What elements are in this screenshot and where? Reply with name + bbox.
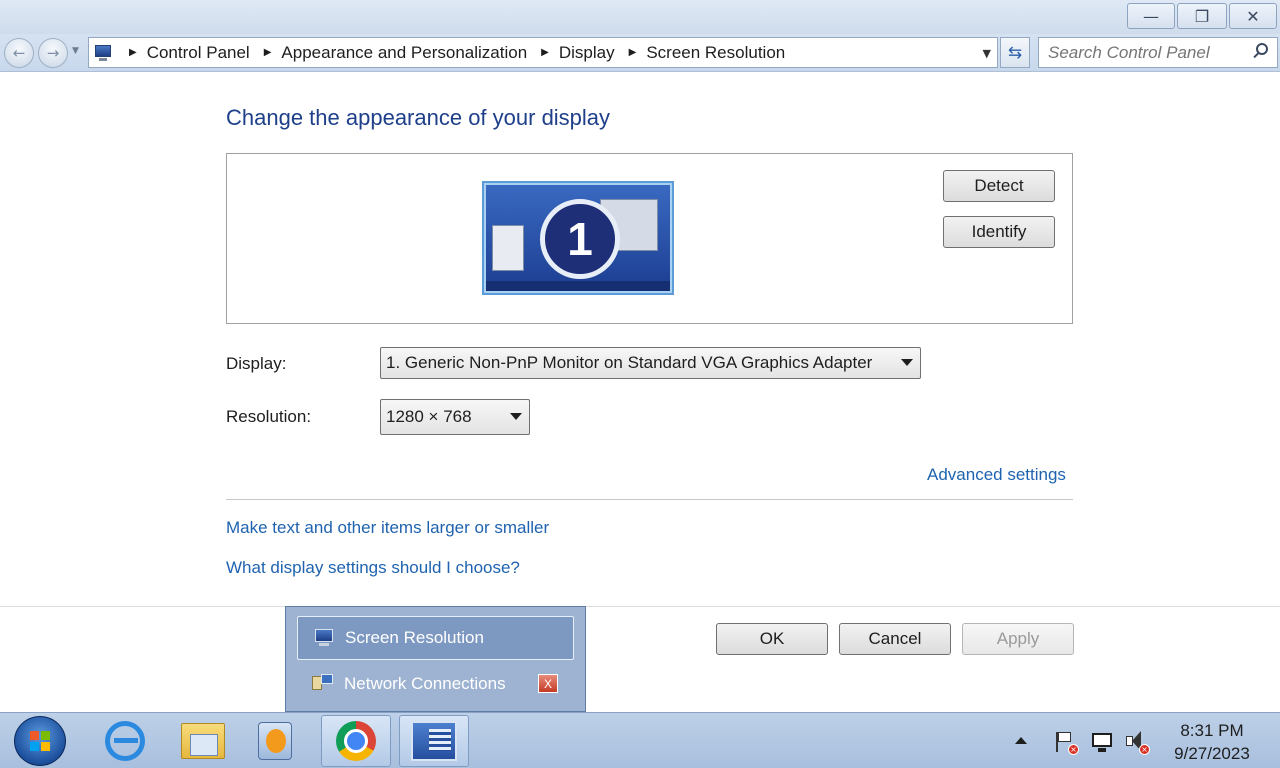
- breadcrumb-separator-icon[interactable]: ▶: [264, 47, 272, 58]
- navigation-bar: ← → ▼ ▶ Control Panel ▶ Appearance and P…: [0, 34, 1280, 72]
- detect-button[interactable]: Detect: [943, 170, 1055, 202]
- network-connections-icon: [312, 674, 334, 694]
- minimize-button[interactable]: —: [1127, 3, 1175, 29]
- forward-arrow-icon: →: [46, 44, 60, 62]
- refresh-button[interactable]: ⇆: [1000, 37, 1030, 68]
- display-icon: [313, 628, 335, 648]
- breadcrumb-appearance[interactable]: Appearance and Personalization: [281, 43, 527, 63]
- forward-button[interactable]: →: [38, 38, 68, 68]
- breadcrumb-separator-icon[interactable]: ▶: [629, 47, 637, 58]
- minimize-icon: —: [1143, 6, 1159, 26]
- search-box[interactable]: [1038, 37, 1278, 68]
- close-icon: ✕: [1246, 6, 1260, 26]
- windows-logo-quadrant: [30, 742, 39, 751]
- display-settings-help-link[interactable]: What display settings should I choose?: [226, 558, 520, 578]
- breadcrumb-separator-icon[interactable]: ▶: [129, 47, 137, 58]
- page-title: Change the appearance of your display: [226, 105, 611, 130]
- advanced-settings-link[interactable]: Advanced settings: [927, 465, 1066, 485]
- taskbar-jump-popup: Screen Resolution Network Connections X: [285, 606, 586, 712]
- taskbar-file-explorer[interactable]: [168, 715, 238, 767]
- display-select[interactable]: 1. Generic Non-PnP Monitor on Standard V…: [380, 347, 921, 379]
- breadcrumb-display[interactable]: Display: [559, 43, 615, 63]
- action-center-icon[interactable]: ×: [1053, 730, 1079, 755]
- identify-button[interactable]: Identify: [943, 216, 1055, 248]
- display-label: Display:: [226, 354, 287, 373]
- windows-logo-quadrant: [41, 731, 50, 740]
- control-panel-icon: [93, 44, 115, 62]
- error-badge-icon: ×: [1068, 744, 1079, 755]
- breadcrumb-control-panel[interactable]: Control Panel: [147, 43, 250, 63]
- search-input[interactable]: [1048, 42, 1248, 63]
- divider: [226, 499, 1073, 500]
- media-player-icon: [258, 722, 292, 760]
- monitor-window-left: [492, 225, 524, 271]
- ok-button[interactable]: OK: [716, 623, 828, 655]
- refresh-icon: ⇆: [1007, 42, 1023, 63]
- title-bar: — ❐ ✕: [0, 0, 1280, 34]
- breadcrumb-separator-icon[interactable]: ▶: [541, 47, 549, 58]
- chrome-icon: [336, 721, 376, 761]
- network-tray-icon[interactable]: [1089, 730, 1113, 754]
- taskbar-chrome[interactable]: [321, 715, 391, 767]
- volume-muted-icon[interactable]: ×: [1124, 730, 1150, 755]
- resolution-select[interactable]: 1280 × 768: [380, 399, 530, 435]
- address-bar[interactable]: ▶ Control Panel ▶ Appearance and Persona…: [88, 37, 998, 68]
- text-size-link[interactable]: Make text and other items larger or smal…: [226, 518, 549, 538]
- back-arrow-icon: ←: [12, 44, 26, 62]
- cancel-button[interactable]: Cancel: [839, 623, 951, 655]
- taskbar: × × 8:31 PM 9/27/2023: [0, 712, 1280, 768]
- breadcrumb-screen-resolution[interactable]: Screen Resolution: [646, 43, 785, 63]
- footer-divider: [0, 606, 1280, 607]
- windows-logo-quadrant: [41, 742, 50, 751]
- windows-logo-icon: [30, 731, 39, 740]
- display-preview-panel: 1 Detect Identify: [226, 153, 1073, 324]
- popup-item-label: Network Connections: [344, 674, 506, 693]
- clock-date: 9/27/2023: [1174, 744, 1250, 763]
- chevron-down-icon: [901, 359, 913, 366]
- back-button[interactable]: ←: [4, 38, 34, 68]
- control-panel-icon: [411, 721, 457, 761]
- start-button[interactable]: [14, 716, 66, 766]
- apply-button[interactable]: Apply: [962, 623, 1074, 655]
- search-icon[interactable]: [1251, 43, 1269, 63]
- maximize-button[interactable]: ❐: [1177, 3, 1227, 29]
- recent-pages-dropdown[interactable]: ▼: [72, 46, 79, 56]
- chevron-down-icon: [510, 413, 522, 420]
- popup-item-label: Screen Resolution: [345, 628, 484, 647]
- display-select-value: 1. Generic Non-PnP Monitor on Standard V…: [386, 353, 873, 372]
- popup-item-screen-resolution[interactable]: Screen Resolution: [297, 616, 574, 660]
- close-button[interactable]: ✕: [1229, 3, 1277, 29]
- show-hidden-icons-button[interactable]: [1015, 737, 1027, 744]
- taskbar-control-panel[interactable]: [399, 715, 469, 767]
- address-dropdown-icon[interactable]: ▼: [983, 47, 991, 60]
- file-explorer-icon: [181, 723, 225, 759]
- system-clock[interactable]: 8:31 PM 9/27/2023: [1160, 719, 1264, 765]
- monitor-taskbar: [486, 281, 670, 291]
- resolution-select-value: 1280 × 768: [386, 407, 472, 426]
- resolution-label: Resolution:: [226, 407, 312, 426]
- taskbar-media-player[interactable]: [240, 715, 310, 767]
- error-badge-icon: ×: [1139, 744, 1150, 755]
- taskbar-internet-explorer[interactable]: [90, 715, 160, 767]
- monitor-number-badge: 1: [540, 199, 620, 279]
- internet-explorer-icon: [105, 721, 145, 761]
- restore-icon: ❐: [1194, 6, 1210, 26]
- monitor-1-thumbnail[interactable]: 1: [482, 181, 674, 295]
- popup-item-network-connections[interactable]: Network Connections X: [297, 662, 574, 706]
- close-window-icon[interactable]: X: [538, 674, 558, 693]
- clock-time: 8:31 PM: [1180, 721, 1244, 740]
